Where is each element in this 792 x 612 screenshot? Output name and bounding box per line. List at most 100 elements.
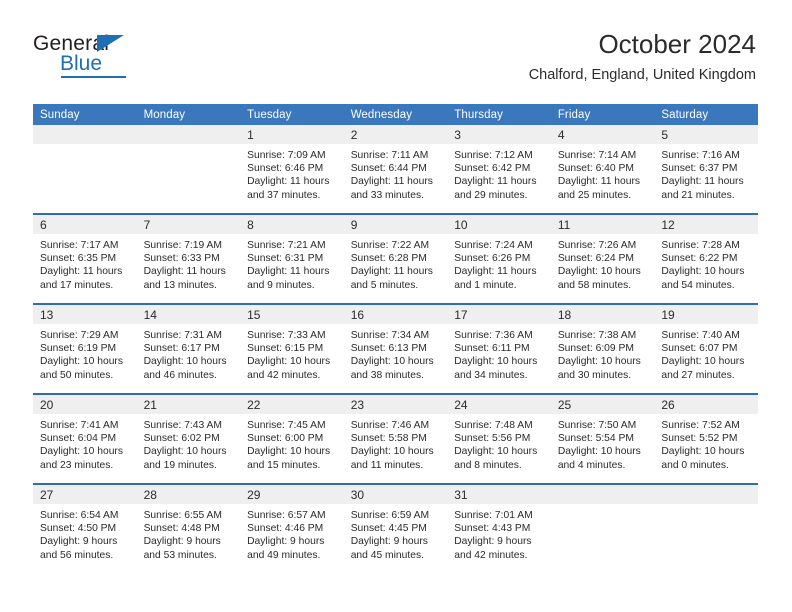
day-number[interactable]: 3 xyxy=(447,125,551,144)
day-cell[interactable]: Sunrise: 7:36 AM Sunset: 6:11 PM Daylight:… xyxy=(447,324,551,393)
day-cell[interactable]: Sunrise: 7:24 AM Sunset: 6:26 PM Daylight:… xyxy=(447,234,551,303)
day-number[interactable]: 13 xyxy=(33,305,137,324)
day-cell[interactable]: Sunrise: 7:19 AM Sunset: 6:33 PM Daylight:… xyxy=(137,234,241,303)
sunset-text: Sunset: 5:52 PM xyxy=(661,433,738,445)
day-cell[interactable]: Sunrise: 6:59 AM Sunset: 4:45 PM Daylight:… xyxy=(344,504,448,573)
day-cell[interactable]: Sunrise: 7:52 AM Sunset: 5:52 PM Daylight:… xyxy=(654,414,758,483)
day-number[interactable]: 21 xyxy=(137,395,241,414)
day-number[interactable]: 28 xyxy=(137,485,241,504)
sunset-text: Sunset: 6:26 PM xyxy=(454,253,531,265)
day-number[interactable]: 10 xyxy=(447,215,551,234)
day-number[interactable]: 14 xyxy=(137,305,241,324)
day-number[interactable]: 23 xyxy=(344,395,448,414)
sunset-text: Sunset: 4:48 PM xyxy=(143,523,220,535)
day-cell[interactable]: Sunrise: 6:54 AM Sunset: 4:50 PM Daylight:… xyxy=(33,504,137,573)
day-cell[interactable]: Sunrise: 7:01 AM Sunset: 4:43 PM Daylight:… xyxy=(447,504,551,573)
day-number[interactable]: 5 xyxy=(654,125,758,144)
day-cell[interactable]: Sunrise: 7:22 AM Sunset: 6:28 PM Daylight:… xyxy=(344,234,448,303)
day-number[interactable]: 25 xyxy=(551,395,655,414)
day-number[interactable]: 4 xyxy=(551,125,655,144)
sunrise-text: Sunrise: 7:26 AM xyxy=(557,240,637,251)
day-number[interactable]: 30 xyxy=(344,485,448,504)
day-cell[interactable]: Sunrise: 7:45 AM Sunset: 6:00 PM Daylight:… xyxy=(240,414,344,483)
day-number-row: 6 7 8 9 10 11 12 xyxy=(33,215,758,234)
daylight-text: Daylight: 10 hours and 58 minutes. xyxy=(557,266,641,291)
day-number-row: 27 28 29 30 31 xyxy=(33,485,758,504)
day-cell[interactable]: Sunrise: 7:48 AM Sunset: 5:56 PM Daylight:… xyxy=(447,414,551,483)
sunset-text: Sunset: 6:00 PM xyxy=(247,433,324,445)
day-number[interactable]: 27 xyxy=(33,485,137,504)
sunrise-text: Sunrise: 7:28 AM xyxy=(661,240,740,251)
weekday-header-row: Sunday Monday Tuesday Wednesday Thursday… xyxy=(33,104,758,125)
day-cell[interactable]: Sunrise: 7:26 AM Sunset: 6:24 PM Daylight:… xyxy=(551,234,655,303)
daylight-text: Daylight: 10 hours and 23 minutes. xyxy=(40,446,123,471)
day-cell[interactable]: Sunrise: 7:40 AM Sunset: 6:07 PM Daylight:… xyxy=(654,324,758,393)
day-cell[interactable]: Sunrise: 7:14 AM Sunset: 6:40 PM Daylight:… xyxy=(551,144,655,213)
day-number[interactable]: 1 xyxy=(240,125,344,144)
sunrise-text: Sunrise: 7:14 AM xyxy=(557,150,637,161)
daylight-text: Daylight: 11 hours and 25 minutes. xyxy=(557,176,641,201)
daylight-text: Daylight: 9 hours and 45 minutes. xyxy=(350,536,428,561)
day-cell[interactable]: Sunrise: 7:28 AM Sunset: 6:22 PM Daylight:… xyxy=(654,234,758,303)
day-number[interactable]: 19 xyxy=(654,305,758,324)
sunrise-text: Sunrise: 7:16 AM xyxy=(661,150,740,161)
weekday-header-friday: Friday xyxy=(557,108,591,121)
generalblue-logo[interactable]: General Blue xyxy=(33,32,173,80)
day-cell[interactable]: Sunrise: 7:16 AM Sunset: 6:37 PM Daylight:… xyxy=(654,144,758,213)
logo-underline xyxy=(61,76,126,78)
day-cell[interactable]: Sunrise: 7:33 AM Sunset: 6:15 PM Daylight:… xyxy=(240,324,344,393)
calendar-page: General Blue October 2024 Chalford, Engl… xyxy=(0,0,792,612)
day-number[interactable]: 15 xyxy=(240,305,344,324)
day-number[interactable]: 31 xyxy=(447,485,551,504)
daylight-text: Daylight: 11 hours and 21 minutes. xyxy=(661,176,744,201)
sunset-text: Sunset: 5:56 PM xyxy=(454,433,531,445)
sunset-text: Sunset: 6:13 PM xyxy=(350,343,427,355)
day-number[interactable]: 7 xyxy=(137,215,241,234)
day-number[interactable]: 12 xyxy=(654,215,758,234)
day-number[interactable]: 9 xyxy=(344,215,448,234)
daylight-text: Daylight: 11 hours and 9 minutes. xyxy=(247,266,330,291)
day-cell[interactable]: Sunrise: 7:09 AM Sunset: 6:46 PM Daylight:… xyxy=(240,144,344,213)
daylight-text: Daylight: 10 hours and 34 minutes. xyxy=(454,356,538,381)
day-number[interactable]: 29 xyxy=(240,485,344,504)
day-cell[interactable]: Sunrise: 7:41 AM Sunset: 6:04 PM Daylight:… xyxy=(33,414,137,483)
day-number[interactable]: 8 xyxy=(240,215,344,234)
day-number-row: 20 21 22 23 24 25 26 xyxy=(33,395,758,414)
day-number[interactable]: 20 xyxy=(33,395,137,414)
day-number[interactable]: 26 xyxy=(654,395,758,414)
day-cell[interactable]: Sunrise: 7:21 AM Sunset: 6:31 PM Daylight:… xyxy=(240,234,344,303)
day-number[interactable]: 22 xyxy=(240,395,344,414)
day-cell[interactable]: Sunrise: 7:50 AM Sunset: 5:54 PM Daylight:… xyxy=(551,414,655,483)
daylight-text: Daylight: 9 hours and 49 minutes. xyxy=(247,536,325,561)
day-number[interactable]: 6 xyxy=(33,215,137,234)
day-number-row: 12345 xyxy=(33,125,758,144)
day-cell[interactable]: Sunrise: 6:55 AM Sunset: 4:48 PM Daylight:… xyxy=(137,504,241,573)
day-cell[interactable]: Sunrise: 7:17 AM Sunset: 6:35 PM Daylight:… xyxy=(33,234,137,303)
day-cell[interactable]: Sunrise: 7:31 AM Sunset: 6:17 PM Daylight:… xyxy=(137,324,241,393)
day-cell[interactable]: Sunrise: 7:34 AM Sunset: 6:13 PM Daylight:… xyxy=(344,324,448,393)
day-number[interactable]: 17 xyxy=(447,305,551,324)
day-cell[interactable]: Sunrise: 7:12 AM Sunset: 6:42 PM Daylight:… xyxy=(447,144,551,213)
day-cell[interactable]: Sunrise: 7:29 AM Sunset: 6:19 PM Daylight:… xyxy=(33,324,137,393)
day-cell[interactable]: Sunrise: 7:43 AM Sunset: 6:02 PM Daylight:… xyxy=(137,414,241,483)
sunrise-text: Sunrise: 7:33 AM xyxy=(247,330,326,341)
day-cell[interactable]: Sunrise: 7:11 AM Sunset: 6:44 PM Daylight:… xyxy=(344,144,448,213)
day-number[interactable]: 2 xyxy=(344,125,448,144)
calendar-week-row: 27 28 29 30 31 Sunrise: 6:54 AM Sunset: 4:50 P… xyxy=(33,483,758,573)
day-cell[interactable]: Sunrise: 7:38 AM Sunset: 6:09 PM Daylight:… xyxy=(551,324,655,393)
page-subtitle: Chalford, England, United Kingdom xyxy=(528,67,756,83)
day-cell[interactable]: Sunrise: 7:46 AM Sunset: 5:58 PM Daylight:… xyxy=(344,414,448,483)
sunrise-text: Sunrise: 7:43 AM xyxy=(143,420,222,431)
day-number[interactable]: 18 xyxy=(551,305,655,324)
day-cell[interactable]: Sunrise: 6:57 AM Sunset: 4:46 PM Daylight:… xyxy=(240,504,344,573)
day-number[interactable]: 16 xyxy=(344,305,448,324)
calendar-weeks: 1 2 3 4 5 Sunrise: 7:09 AM Sunset: 6:46 PM Dayl… xyxy=(33,125,758,573)
sunrise-text: Sunrise: 7:34 AM xyxy=(350,330,430,341)
sunrise-text: Sunrise: 7:45 AM xyxy=(247,420,326,431)
sunset-text: Sunset: 5:54 PM xyxy=(557,433,634,445)
calendar-week-row: 13 14 15 16 17 18 19 Sunrise: 7:29 AM Sunset: 6:… xyxy=(33,303,758,393)
day-number[interactable]: 11 xyxy=(551,215,655,234)
sunset-text: Sunset: 6:46 PM xyxy=(247,163,324,175)
sunset-text: Sunset: 6:35 PM xyxy=(40,253,117,265)
day-number[interactable]: 24 xyxy=(447,395,551,414)
